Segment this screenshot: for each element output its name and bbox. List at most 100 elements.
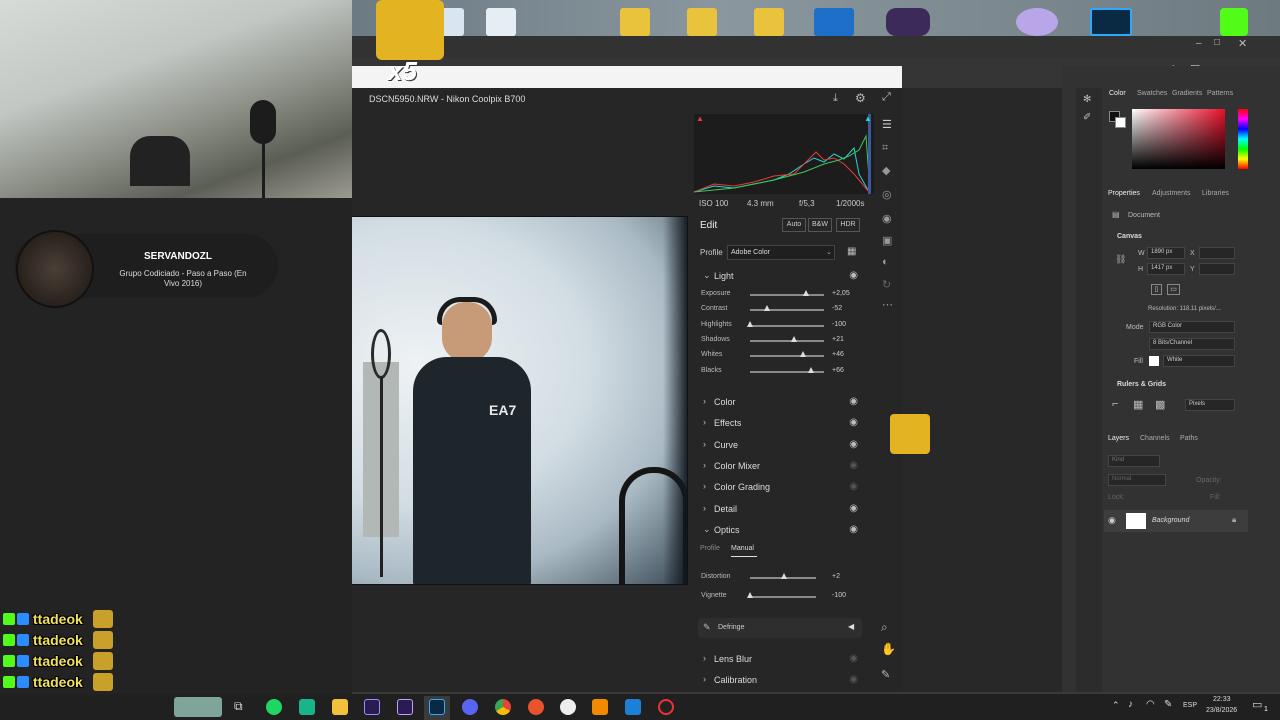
background-swatch[interactable] [1115, 117, 1126, 128]
slider-contrast[interactable]: Contrast -52 [700, 303, 860, 317]
eye-icon[interactable]: ◉ [849, 524, 858, 535]
redeye-icon[interactable]: ◉ [882, 212, 892, 225]
app-green-icon[interactable] [299, 699, 315, 715]
crop-icon[interactable]: ⌗ [882, 142, 888, 155]
calibration-section-header[interactable]: › Calibration ◉ [700, 672, 860, 690]
eyedropper-icon[interactable]: ✎ [703, 622, 711, 633]
bw-button[interactable]: B&W [808, 218, 832, 232]
tab-properties[interactable]: Properties [1108, 190, 1140, 197]
depth-select[interactable]: 8 Bits/Channel [1149, 338, 1235, 350]
fullscreen-icon[interactable]: ⤢ [882, 91, 891, 104]
volume-icon[interactable]: ♪ [1128, 699, 1133, 710]
eye-icon[interactable]: ◉ [849, 270, 858, 281]
highlight-clip-icon[interactable]: ▲ [864, 114, 872, 123]
eye-icon[interactable]: ◉ [849, 653, 858, 664]
app-blue-icon[interactable] [625, 699, 641, 715]
tab-swatches[interactable]: Swatches [1137, 90, 1167, 97]
tab-paths[interactable]: Paths [1180, 435, 1198, 442]
auto-button[interactable]: Auto [782, 218, 806, 232]
vlc-icon[interactable] [592, 699, 608, 715]
tab-manual[interactable]: Manual [731, 545, 754, 552]
slider-thumb[interactable] [780, 573, 787, 579]
mask-icon[interactable]: ◎ [882, 188, 892, 201]
edit-sliders-icon[interactable]: ☰ [882, 118, 892, 131]
color-grading-section-header[interactable]: › Color Grading ◉ [700, 479, 860, 497]
tab-channels[interactable]: Channels [1140, 435, 1170, 442]
maximize-icon[interactable]: □ [1214, 37, 1220, 48]
tab-adjustments[interactable]: Adjustments [1152, 190, 1191, 197]
slider-value[interactable]: +2,05 [832, 290, 850, 297]
close-icon[interactable]: ✕ [1238, 37, 1247, 50]
folder-icon[interactable] [687, 8, 717, 36]
notification-icon[interactable]: ▭ [1252, 698, 1262, 711]
premiere-app-icon[interactable] [886, 8, 930, 36]
slider-highlights[interactable]: Highlights -100 [700, 319, 860, 333]
slider-thumb[interactable] [808, 367, 815, 373]
history-icon[interactable]: ✻ [1083, 94, 1091, 105]
refresh-icon[interactable]: ↻ [882, 278, 891, 291]
capcut-icon[interactable] [560, 699, 576, 715]
eye-icon[interactable]: ◉ [849, 460, 858, 471]
fill-select[interactable]: White [1163, 355, 1235, 367]
fill-swatch[interactable] [1149, 356, 1159, 366]
desktop-app-icon[interactable] [814, 8, 854, 36]
effects-section-header[interactable]: › Effects ◉ [700, 415, 860, 433]
brush-settings-icon[interactable]: ✐ [1083, 112, 1091, 123]
link-icon[interactable]: ⛓ [1115, 254, 1126, 265]
after-effects-icon[interactable] [397, 699, 413, 715]
slider-track[interactable] [750, 294, 824, 296]
taskbar-thumbnail[interactable] [174, 697, 222, 717]
tab-layers[interactable]: Layers [1108, 435, 1129, 442]
tab-color[interactable]: Color [1109, 90, 1126, 97]
tab-libraries[interactable]: Libraries [1202, 190, 1229, 197]
ruler-icon[interactable]: ⌐ [1112, 398, 1118, 410]
file-explorer-icon[interactable] [332, 699, 348, 715]
hdr-button[interactable]: HDR [836, 218, 860, 232]
slider-whites[interactable]: Whites +46 [700, 349, 860, 363]
landscape-icon[interactable]: ▭ [1167, 284, 1180, 295]
wifi-icon[interactable]: ◠ [1146, 699, 1155, 710]
folder-icon[interactable] [754, 8, 784, 36]
slider-thumb[interactable] [800, 351, 807, 357]
obs-icon[interactable] [658, 699, 674, 715]
light-section-header[interactable]: ⌄ Light ◉ [700, 268, 860, 286]
portrait-icon[interactable]: ▯ [1151, 284, 1162, 295]
slider-track[interactable] [750, 596, 816, 598]
language-indicator[interactable]: ESP [1183, 702, 1197, 709]
curve-section-header[interactable]: › Curve ◉ [700, 437, 860, 455]
minimize-icon[interactable]: – [1196, 38, 1202, 49]
slider-thumb[interactable] [791, 336, 798, 342]
slider-exposure[interactable]: Exposure +2,05 [700, 288, 860, 302]
gear-icon[interactable]: ⚙ [855, 91, 866, 105]
hand-icon[interactable]: ✋ [881, 642, 896, 656]
visibility-eye-icon[interactable]: ◉ [1108, 515, 1116, 526]
podcast-app-icon[interactable] [1016, 8, 1058, 36]
collapse-left-icon[interactable]: ◀ [848, 622, 854, 631]
slider-value[interactable]: -52 [832, 305, 842, 312]
slider-value[interactable]: +66 [832, 367, 844, 374]
blend-mode-select[interactable]: Normal [1108, 474, 1166, 486]
folder-icon[interactable] [620, 8, 650, 36]
lens-blur-section-header[interactable]: › Lens Blur ◉ [700, 651, 860, 669]
slider-thumb[interactable] [747, 592, 753, 598]
brave-icon[interactable] [528, 699, 544, 715]
snapshot-icon[interactable]: ▣ [882, 234, 892, 247]
profile-browser-icon[interactable]: ▦ [847, 246, 856, 257]
units-select[interactable]: Pixels [1185, 399, 1235, 411]
slider-value[interactable]: +46 [832, 351, 844, 358]
spotify-icon[interactable] [266, 699, 282, 715]
slider-value[interactable]: +21 [832, 336, 844, 343]
chevron-up-icon[interactable]: ⌃ [1112, 700, 1120, 711]
photoshop-taskbar-icon[interactable] [429, 699, 445, 715]
layer-kind-filter[interactable]: Kind [1108, 455, 1160, 467]
slider-track[interactable] [750, 355, 824, 357]
eye-icon[interactable]: ◉ [849, 439, 858, 450]
slider-distortion[interactable]: Distortion +2 [700, 571, 860, 585]
tab-gradients[interactable]: Gradients [1172, 90, 1202, 97]
layer-row[interactable]: ◉ Background 🔒︎ [1104, 510, 1248, 532]
height-field[interactable]: 1417 px [1147, 263, 1185, 275]
eye-icon[interactable]: ◉ [849, 481, 858, 492]
slider-track[interactable] [750, 340, 824, 342]
eye-icon[interactable]: ◉ [849, 503, 858, 514]
optics-section-header[interactable]: ⌄ Optics ◉ [700, 522, 860, 540]
